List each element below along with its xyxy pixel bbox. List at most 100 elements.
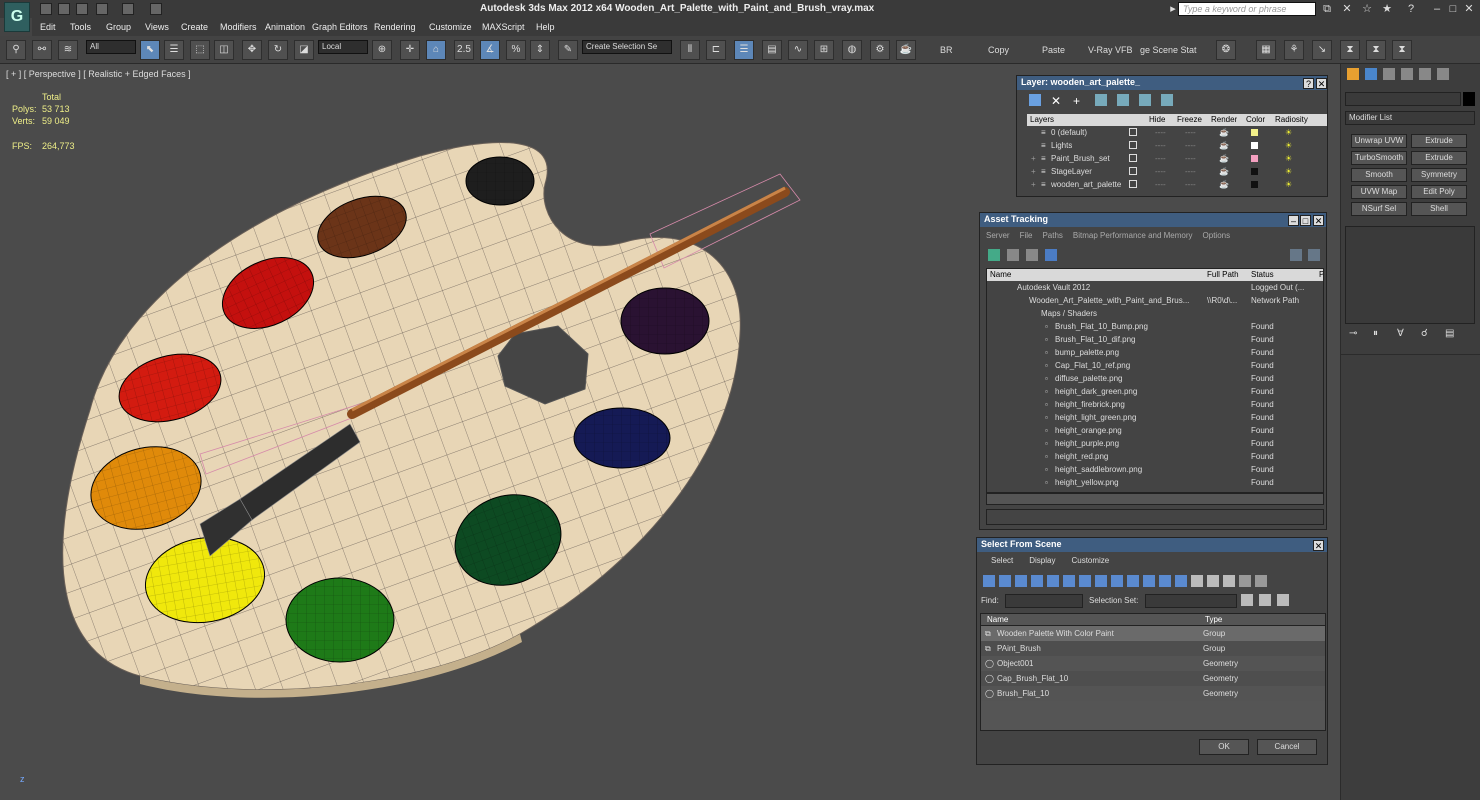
scene-col-type[interactable]: Type	[1205, 614, 1222, 626]
layer-freeze-toggle[interactable]: ----	[1185, 165, 1196, 178]
asset-hscroll[interactable]	[986, 493, 1324, 505]
layer-color-swatch[interactable]	[1251, 129, 1258, 136]
extra-tool-2-icon[interactable]: ⚘	[1284, 40, 1304, 60]
bind-spacewarp-icon[interactable]: ≋	[58, 40, 78, 60]
layer-freeze-toggle[interactable]: ----	[1185, 178, 1196, 191]
asset-file-row[interactable]: ▫ Brush_Flat_10_Bump.png Found	[987, 320, 1323, 333]
asset-menu-server[interactable]: Server	[986, 231, 1010, 240]
display-invert-icon[interactable]	[1223, 575, 1235, 587]
select-by-name-icon[interactable]: ☰	[164, 40, 184, 60]
modifier-button[interactable]: UVW Map	[1351, 185, 1407, 199]
layer-name[interactable]: 0 (default)	[1051, 126, 1087, 139]
cancel-button[interactable]: Cancel	[1257, 739, 1317, 755]
grid-view-icon[interactable]	[1026, 249, 1038, 261]
hide-all-icon[interactable]	[1139, 94, 1151, 106]
layer-current-checkbox[interactable]	[1129, 180, 1137, 188]
render-teapot-icon[interactable]: ☕	[1219, 139, 1229, 152]
select-scene-close-icon[interactable]: ✕	[1313, 540, 1324, 551]
render-teapot-icon[interactable]: ☕	[1219, 152, 1229, 165]
delete-layer-icon[interactable]: ✕	[1051, 94, 1063, 108]
asset-minimize-icon[interactable]: –	[1288, 215, 1299, 226]
angle-snap-icon[interactable]: ∡	[480, 40, 500, 60]
filter-frozen-icon[interactable]	[1143, 575, 1155, 587]
asset-file-row[interactable]: ▫ height_saddlebrown.png Found	[987, 463, 1323, 476]
asset-row-scene[interactable]: Wooden_Art_Palette_with_Paint_and_Brus..…	[987, 294, 1323, 307]
minimize-icon[interactable]: –	[1430, 2, 1444, 16]
radiosity-icon[interactable]: ☀	[1285, 126, 1292, 139]
layer-color-swatch[interactable]	[1251, 181, 1258, 188]
radiosity-icon[interactable]: ☀	[1285, 178, 1292, 191]
asset-col-status[interactable]: Status	[1251, 269, 1274, 281]
layer-hide-toggle[interactable]: ----	[1155, 126, 1166, 139]
asset-file-row[interactable]: ▫ Cap_Flat_10_ref.png Found	[987, 359, 1323, 372]
extra-tool-3-icon[interactable]: ↘	[1312, 40, 1332, 60]
scene-object-row[interactable]: ◯ Cap_Brush_Flat_10 Geometry	[981, 671, 1325, 686]
filter-all-icon[interactable]	[1175, 575, 1187, 587]
asset-file-row[interactable]: ▫ Brush_Flat_10_dif.png Found	[987, 333, 1323, 346]
filter-helpers-icon[interactable]	[1047, 575, 1059, 587]
search-input[interactable]: Type a keyword or phrase	[1178, 2, 1316, 16]
asset-help-icon[interactable]	[1290, 249, 1302, 261]
asset-col-p[interactable]: P	[1319, 269, 1323, 281]
display-none-icon[interactable]	[1207, 575, 1219, 587]
extra-tool-1-icon[interactable]: ▦	[1256, 40, 1276, 60]
help-icon[interactable]: ?	[1404, 2, 1418, 16]
material-editor-icon[interactable]: ◍	[842, 40, 862, 60]
menu-animation[interactable]: Animation	[265, 22, 305, 32]
modifier-button[interactable]: Shell	[1411, 202, 1467, 216]
binoculars-icon[interactable]: ⧉	[1320, 2, 1334, 16]
modifier-button[interactable]: Smooth	[1351, 168, 1407, 182]
modifier-list-dropdown[interactable]: Modifier List	[1345, 111, 1475, 125]
modifier-button[interactable]: NSurf Sel	[1351, 202, 1407, 216]
expand-icon[interactable]: +	[1031, 152, 1036, 165]
link-icon[interactable]: ⚲	[6, 40, 26, 60]
select-scene-title[interactable]: Select From Scene	[977, 538, 1327, 552]
object-name-field[interactable]	[1345, 92, 1461, 106]
asset-menu-paths[interactable]: Paths	[1042, 231, 1062, 240]
refresh-icon[interactable]	[988, 249, 1000, 261]
modifier-stack[interactable]	[1345, 226, 1475, 324]
open-file-icon[interactable]	[58, 3, 70, 15]
layer-color-swatch[interactable]	[1251, 155, 1258, 162]
create-layer-icon[interactable]	[1029, 94, 1041, 106]
layer-help-icon[interactable]: ?	[1303, 78, 1314, 89]
highlight-layer-icon[interactable]	[1117, 94, 1129, 106]
stage-scene-button[interactable]: ge Scene Stat	[1140, 45, 1197, 55]
layer-freeze-toggle[interactable]: ----	[1185, 126, 1196, 139]
asset-menu-file[interactable]: File	[1020, 231, 1033, 240]
extra-tool-6-icon[interactable]: ⧗	[1392, 40, 1412, 60]
percent-snap-icon[interactable]: %	[506, 40, 526, 60]
sort-icon[interactable]	[1239, 575, 1251, 587]
col-render[interactable]: Render	[1211, 114, 1237, 126]
asset-tracking-title[interactable]: Asset Tracking	[980, 213, 1326, 227]
extra-tool-5-icon[interactable]: ⧗	[1366, 40, 1386, 60]
asset-row-vault[interactable]: Autodesk Vault 2012 Logged Out (...	[987, 281, 1323, 294]
layer-manager-icon[interactable]: ☰	[734, 40, 754, 60]
filter-hidden-icon[interactable]	[1159, 575, 1171, 587]
asset-file-row[interactable]: ▫ bump_palette.png Found	[987, 346, 1323, 359]
asset-file-row[interactable]: ▫ height_dark_green.png Found	[987, 385, 1323, 398]
spinner-snap-icon[interactable]: ⇕	[530, 40, 550, 60]
unlink-icon[interactable]: ⚯	[32, 40, 52, 60]
remove-modifier-icon[interactable]: ☌	[1421, 328, 1433, 340]
pivot-center-icon[interactable]: ⊕	[372, 40, 392, 60]
new-file-icon[interactable]	[40, 3, 52, 15]
filter-cameras-icon[interactable]	[1031, 575, 1043, 587]
asset-path-field[interactable]	[986, 509, 1324, 525]
maximize-icon[interactable]: □	[1446, 2, 1460, 16]
layer-hide-toggle[interactable]: ----	[1155, 165, 1166, 178]
asset-file-row[interactable]: ▫ height_orange.png Found	[987, 424, 1323, 437]
br-button[interactable]: BR	[940, 45, 953, 55]
render-icon[interactable]: ☕	[896, 40, 916, 60]
menu-edit[interactable]: Edit	[40, 22, 56, 32]
selection-filter-dropdown[interactable]: All	[86, 40, 136, 54]
menu-graph-editors[interactable]: Graph Editors	[312, 22, 368, 32]
app-logo-icon[interactable]: G	[4, 2, 30, 32]
asset-file-row[interactable]: ▫ height_firebrick.png Found	[987, 398, 1323, 411]
select-menu-customize[interactable]: Customize	[1071, 556, 1109, 565]
col-radiosity[interactable]: Radiosity	[1275, 114, 1308, 126]
display-all-icon[interactable]	[1191, 575, 1203, 587]
selection-set-save-icon[interactable]	[1241, 594, 1253, 606]
layer-name[interactable]: StageLayer	[1051, 165, 1092, 178]
schematic-view-icon[interactable]: ⊞	[814, 40, 834, 60]
